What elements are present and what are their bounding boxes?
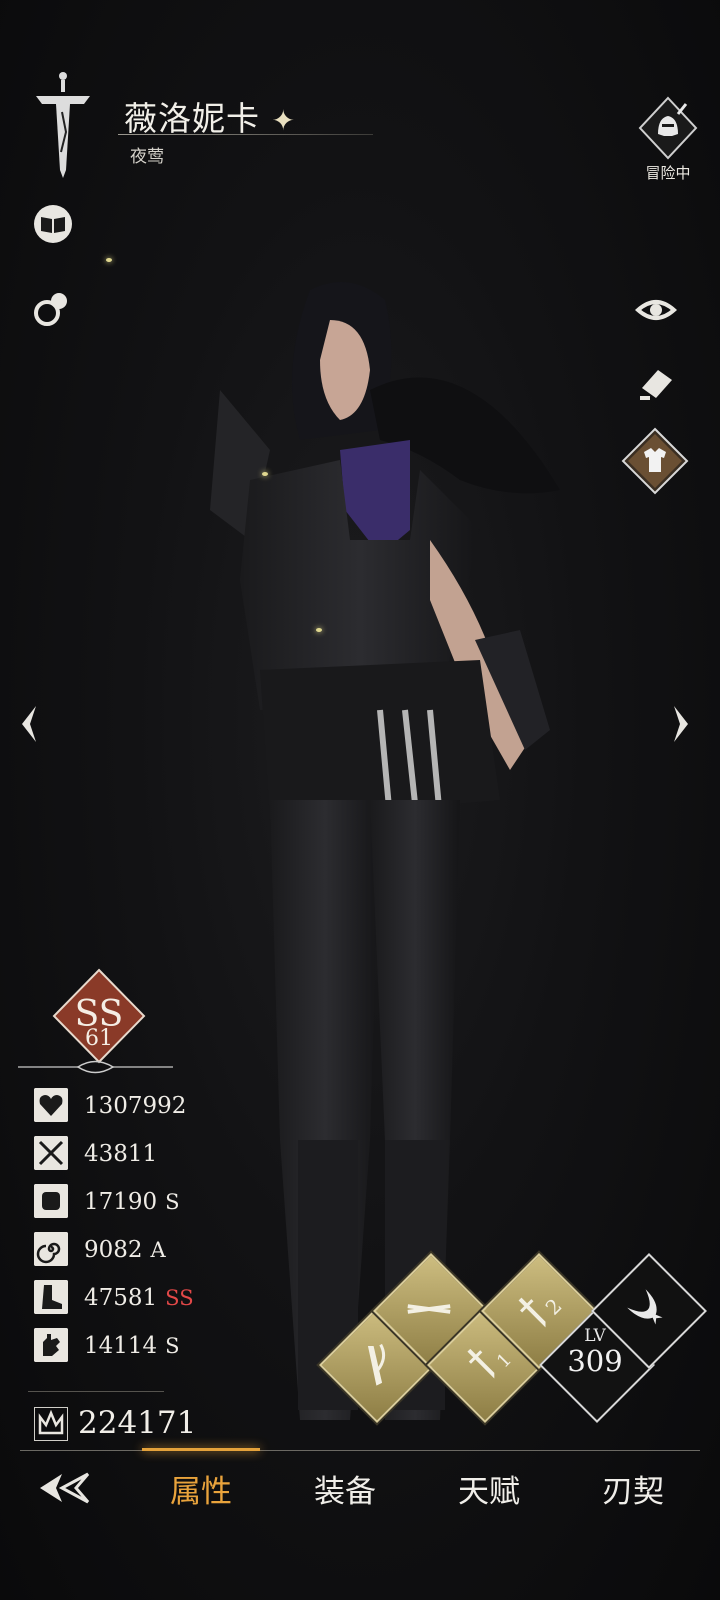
fist-icon: [34, 1184, 68, 1218]
next-character-arrow-icon[interactable]: [666, 702, 696, 746]
rank-ornament: [18, 1060, 173, 1074]
stat-divider: [28, 1391, 164, 1392]
tab-talents[interactable]: 天赋: [458, 1466, 520, 1511]
stat-grade: S: [165, 1190, 180, 1214]
level-value: 309: [567, 1344, 623, 1378]
stat-row-technique[interactable]: 14114 S: [34, 1328, 254, 1368]
character-title: 夜莺: [130, 147, 164, 167]
stat-row-health[interactable]: 1307992: [34, 1088, 254, 1128]
eraser-icon[interactable]: [634, 362, 678, 406]
character-name: 薇洛妮卡 ✦: [124, 99, 296, 138]
stat-grade: S: [165, 1334, 180, 1358]
stat-row-strength[interactable]: 17190 S: [34, 1184, 254, 1224]
stat-row-attack[interactable]: 43811: [34, 1136, 254, 1176]
helmet-diamond-icon: [638, 96, 698, 160]
crown-icon: [34, 1407, 68, 1441]
stat-value: 14114: [84, 1333, 158, 1359]
sparkle-particle: [106, 258, 112, 262]
eye-icon[interactable]: [634, 288, 678, 332]
boot-icon: [34, 1280, 68, 1314]
stat-value: 17190: [84, 1189, 158, 1215]
stat-grade: SS: [165, 1286, 194, 1310]
crossed-swords-icon: [34, 1136, 68, 1170]
sparkle-particle: [262, 472, 268, 476]
class-dagger-emblem-icon: [36, 72, 90, 178]
tab-attributes[interactable]: 属性: [170, 1466, 232, 1511]
previous-character-arrow-icon[interactable]: [14, 702, 44, 746]
stat-row-spiral[interactable]: 9082 A: [34, 1232, 254, 1272]
stat-value: 43811: [84, 1141, 158, 1167]
stat-value: 9082: [84, 1237, 143, 1263]
spiral-icon: [34, 1232, 68, 1266]
hand-icon: [34, 1328, 68, 1362]
status-label: 冒险中: [645, 164, 691, 182]
rank-level: 61: [85, 1026, 113, 1051]
back-arrow-icon[interactable]: [36, 1468, 92, 1508]
name-divider: [118, 134, 373, 135]
rank-badge[interactable]: SS 61: [48, 968, 150, 1068]
svg-text:1: 1: [493, 1349, 516, 1372]
crescent-emblem-icon: [627, 1289, 663, 1325]
stat-value: 47581: [84, 1285, 158, 1311]
class-emblem[interactable]: [591, 1253, 707, 1369]
heart-icon: [34, 1088, 68, 1122]
book-icon[interactable]: [31, 202, 75, 246]
outfit-diamond-icon[interactable]: [620, 426, 690, 496]
adventure-status-button[interactable]: 冒险中: [632, 96, 704, 182]
svg-text:2: 2: [541, 1294, 567, 1320]
tab-equipment[interactable]: 装备: [314, 1466, 376, 1511]
combat-power-value: 224171: [78, 1405, 197, 1441]
active-tab-indicator: [142, 1448, 260, 1451]
tab-bar-divider: [20, 1450, 700, 1451]
pacifier-icon[interactable]: [31, 287, 75, 331]
tab-blade-contract[interactable]: 刃契: [602, 1466, 664, 1511]
stat-row-agility[interactable]: 47581 SS: [34, 1280, 254, 1320]
sparkle-particle: [316, 628, 322, 632]
stat-grade: A: [150, 1238, 166, 1262]
star-icon: ✦: [271, 104, 296, 137]
stat-value: 1307992: [84, 1093, 187, 1119]
rank-diamond-icon: SS: [52, 968, 146, 1064]
